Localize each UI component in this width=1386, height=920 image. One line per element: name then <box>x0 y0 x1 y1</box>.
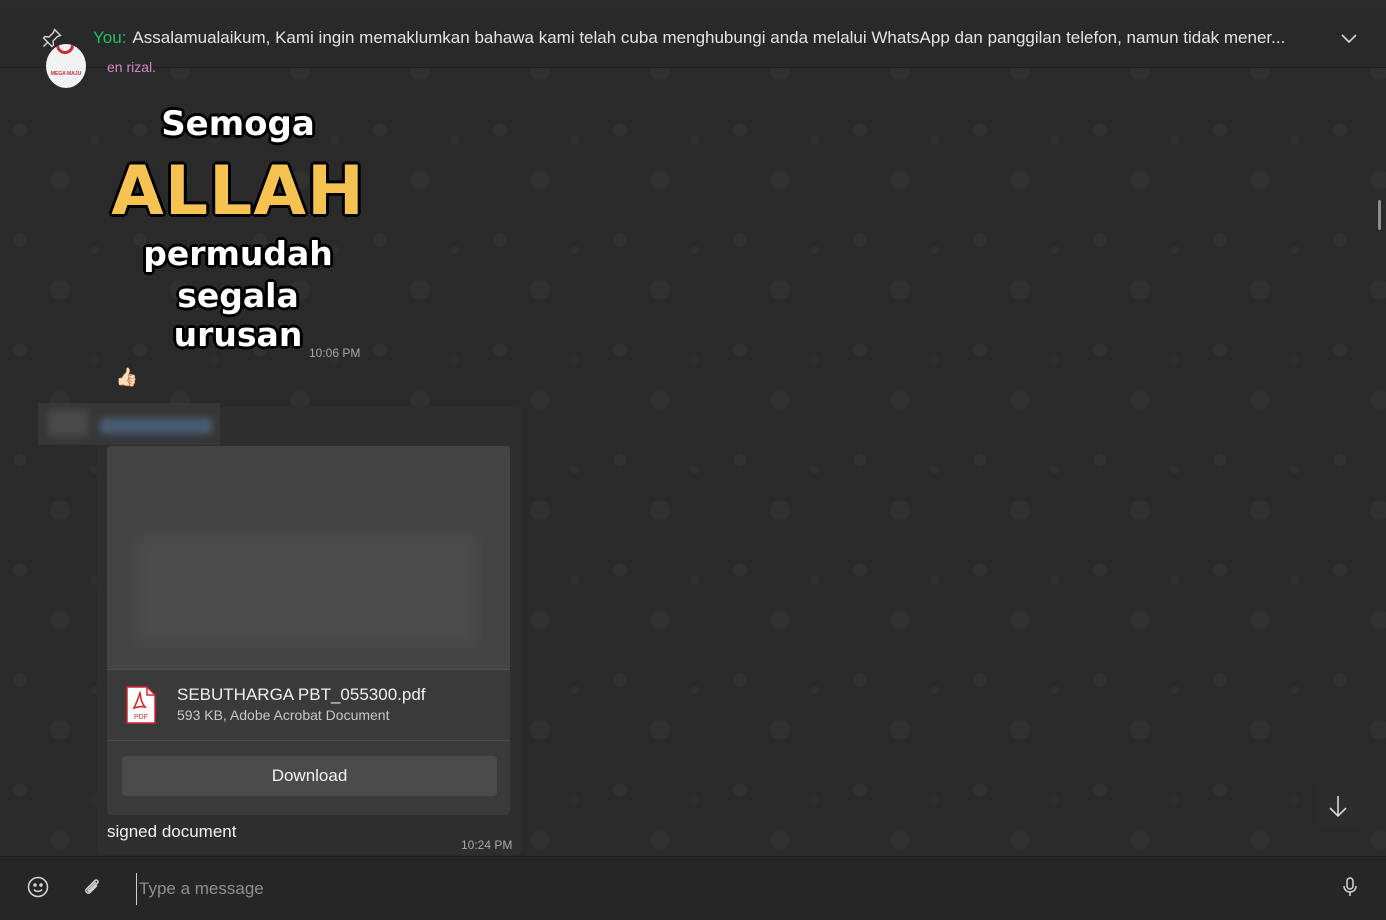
scroll-to-bottom-button[interactable] <box>1316 784 1360 828</box>
avatar-logo-text: MEGA MAJU <box>50 71 82 77</box>
reaction-badge[interactable]: 👍🏻 <box>114 364 140 390</box>
pinned-message-bar[interactable]: You: Assalamualaikum, Kami ingin memaklum… <box>0 8 1386 68</box>
message-input[interactable] <box>136 873 1311 905</box>
blurred-sender-name <box>100 418 212 434</box>
emoji-icon[interactable] <box>26 875 50 899</box>
arrow-down-icon <box>1329 796 1347 818</box>
pdf-icon: PDF <box>126 686 156 724</box>
sticker-text-line4: segala urusan <box>173 276 303 354</box>
sticker-text-line3: permudah <box>143 234 333 273</box>
message-composer <box>0 856 1386 920</box>
avatar[interactable]: MEGA MAJU <box>46 44 86 88</box>
blurred-avatar <box>48 410 88 436</box>
pdf-icon-label: PDF <box>134 714 148 721</box>
message-timestamp: 10:24 PM <box>461 838 513 852</box>
document-meta: 593 KB, Adobe Acrobat Document <box>177 707 390 723</box>
document-name: SEBUTHARGA PBT_055300.pdf <box>177 685 426 704</box>
document-preview-content <box>137 536 477 646</box>
document-preview[interactable] <box>107 446 510 670</box>
pinned-body: Assalamualaikum, Kami ingin memaklumkan … <box>132 28 1286 47</box>
message-timestamp: 10:06 PM <box>309 346 361 360</box>
document-card[interactable]: PDF SEBUTHARGA PBT_055300.pdf 593 KB, Ad… <box>107 446 510 815</box>
sticker-message[interactable]: Semoga ALLAH permudah segala urusan <box>108 100 368 354</box>
download-button[interactable]: Download <box>122 756 497 796</box>
pinned-sender: You: <box>93 28 127 47</box>
microphone-icon[interactable] <box>1338 875 1362 899</box>
scrollbar-thumb[interactable] <box>1378 200 1381 230</box>
sticker-text-line1: Semoga <box>161 104 315 144</box>
chevron-down-icon[interactable] <box>1338 27 1360 49</box>
document-divider <box>107 740 510 741</box>
pinned-message-text[interactable]: You: Assalamualaikum, Kami ingin memaklum… <box>93 28 1323 48</box>
avatar-logo-ring <box>56 44 74 54</box>
paperclip-icon[interactable] <box>80 875 104 899</box>
sender-name[interactable]: en rizal. <box>107 59 156 75</box>
document-caption: signed document <box>107 822 237 841</box>
sticker-text-line2: ALLAH <box>111 152 365 231</box>
